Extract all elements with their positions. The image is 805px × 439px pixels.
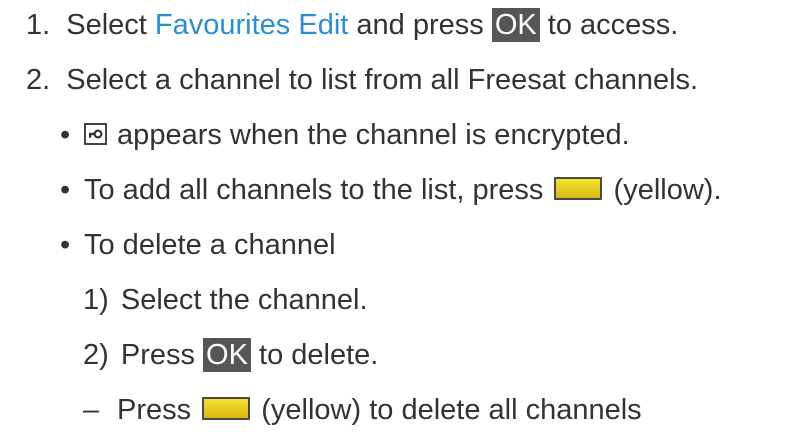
bullet-text: To delete a channel xyxy=(84,229,336,261)
note-marker: – xyxy=(83,394,100,426)
step-text: Select xyxy=(66,9,155,41)
note-text: (yellow) to delete all channels xyxy=(253,394,642,426)
bullet-marker: • xyxy=(60,174,71,206)
substep-number: 2) xyxy=(83,339,109,371)
favourites-edit-link[interactable]: Favourites Edit xyxy=(155,9,348,41)
step-text: Select a channel to list from all Freesa… xyxy=(66,64,699,96)
step-text: to access. xyxy=(539,9,679,41)
substep-number: 1) xyxy=(83,284,109,316)
step-2: 2. Select a channel to list from all Fre… xyxy=(26,60,698,100)
bullet-text: (yellow). xyxy=(605,174,722,206)
substep-text: Press xyxy=(120,339,204,371)
ok-key: OK xyxy=(491,8,540,42)
step-text: and press xyxy=(348,9,492,41)
substep-text: to delete. xyxy=(250,339,379,371)
substep-1: 1) Select the channel. xyxy=(83,280,368,320)
substep-text: Select the channel. xyxy=(120,284,368,316)
bullet-delete: • To delete a channel xyxy=(60,225,336,265)
note-delete-all: – Press (yellow) to delete all channels xyxy=(83,390,642,430)
ok-key: OK xyxy=(203,338,251,372)
encrypted-key-icon xyxy=(84,123,107,145)
bullet-text: To add all channels to the list, press xyxy=(84,174,552,206)
substep-2: 2) Press OK to delete. xyxy=(83,335,378,375)
bullet-text: appears when the channel is encrypted. xyxy=(109,119,630,151)
bullet-marker: • xyxy=(60,119,71,151)
step-1: 1. Select Favourites Edit and press OK t… xyxy=(26,5,678,45)
yellow-button-icon xyxy=(202,397,251,420)
yellow-button-icon xyxy=(554,177,603,200)
bullet-encrypted: • appears when the channel is encrypted. xyxy=(60,115,630,155)
note-text: Press xyxy=(117,394,200,426)
step-number: 1. xyxy=(26,9,51,41)
step-number: 2. xyxy=(26,64,51,96)
bullet-add-all: • To add all channels to the list, press … xyxy=(60,170,722,210)
bullet-marker: • xyxy=(60,229,71,261)
